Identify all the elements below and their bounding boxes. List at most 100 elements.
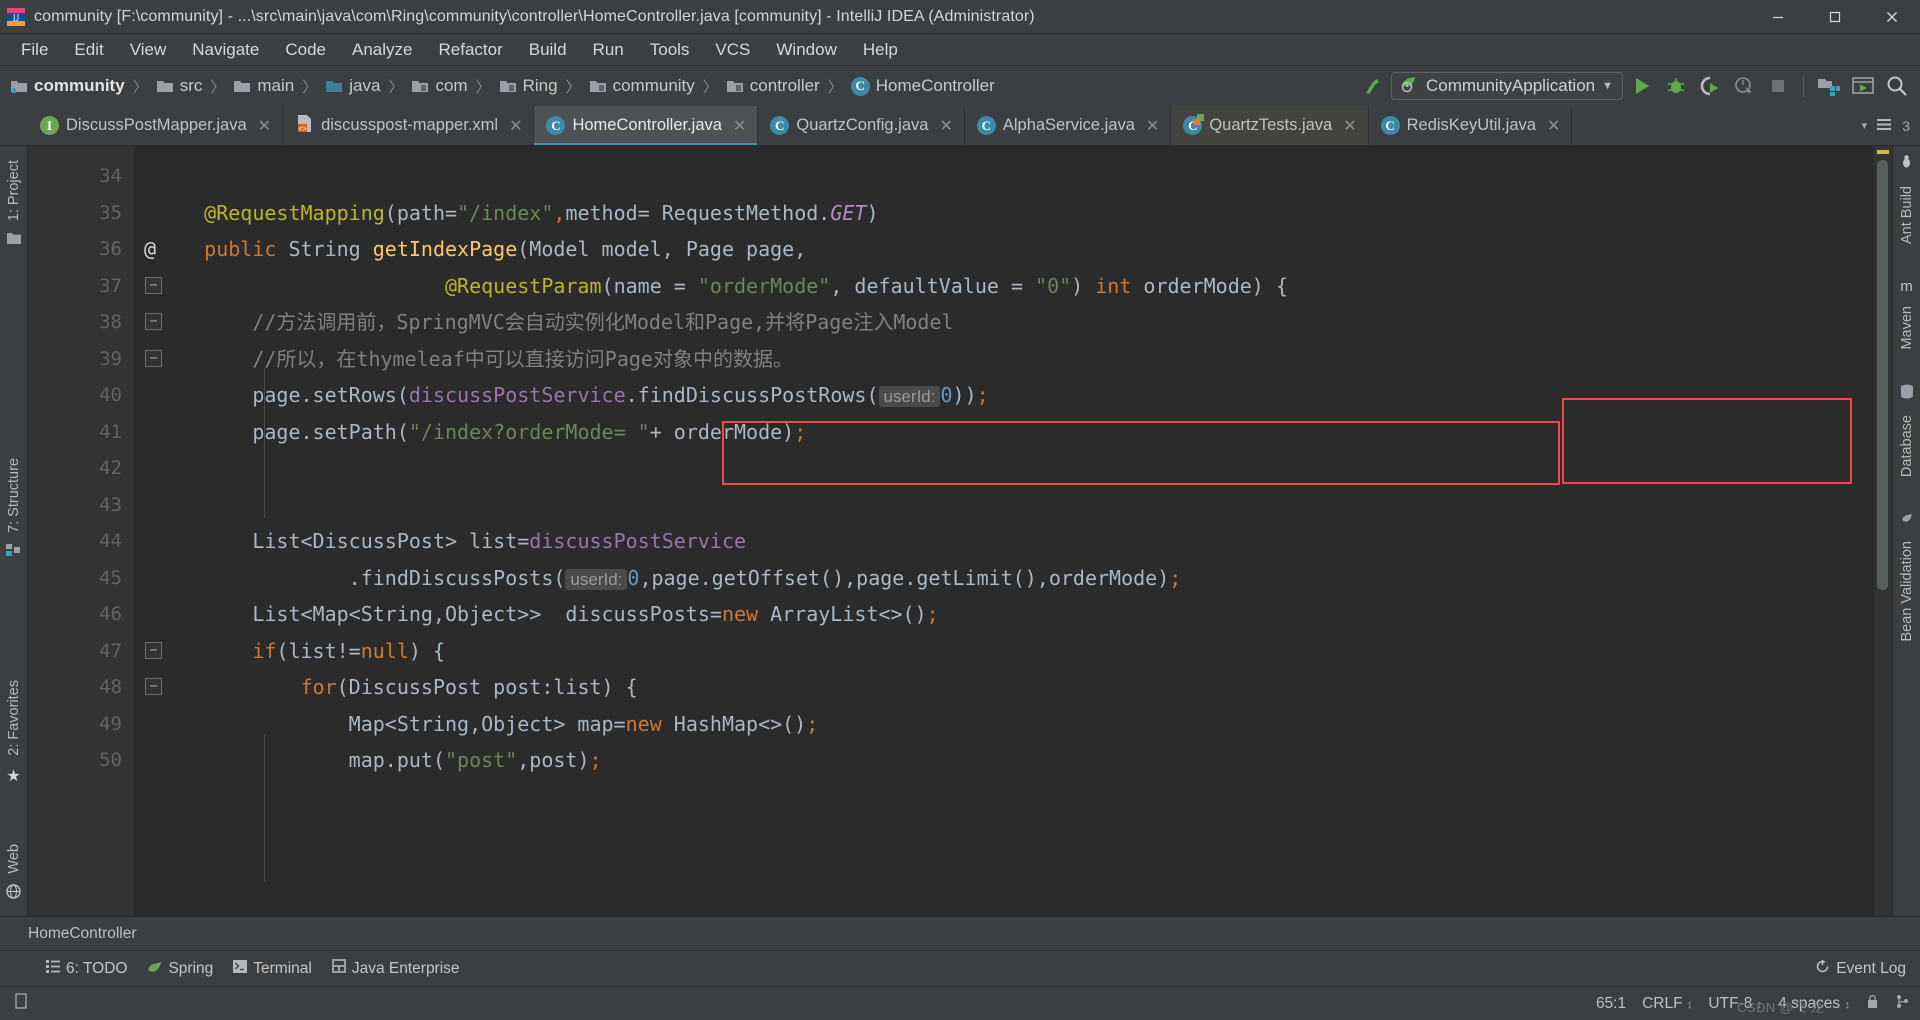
menu-edit[interactable]: Edit — [61, 37, 116, 63]
warning-marker[interactable] — [1877, 150, 1889, 154]
project-structure-button[interactable] — [1814, 71, 1844, 101]
sidebar-item-project[interactable]: 1: Project — [6, 160, 22, 221]
tab-close-icon[interactable]: ✕ — [1146, 116, 1159, 136]
run-with-coverage-button[interactable] — [1695, 71, 1725, 101]
breadcrumb-item-community[interactable]: community — [10, 76, 125, 96]
indent-setting[interactable]: 4 spaces ↕ — [1778, 995, 1850, 1013]
code-line[interactable]: @RequestMapping(path="/index",method= Re… — [134, 195, 1874, 232]
sidebar-item-web[interactable]: Web — [6, 844, 22, 874]
breadcrumb-item-src[interactable]: src — [156, 76, 202, 96]
menu-navigate[interactable]: Navigate — [179, 37, 272, 63]
menu-build[interactable]: Build — [516, 37, 580, 63]
tool-window-java-enterprise[interactable]: Java Enterprise — [331, 959, 460, 978]
menu-tools[interactable]: Tools — [637, 37, 703, 63]
update-application-button[interactable] — [1848, 71, 1878, 101]
breadcrumb-current-class[interactable]: HomeController — [28, 925, 137, 943]
tab-list-icon[interactable] — [1877, 118, 1892, 134]
tool-window-spring[interactable]: Spring — [147, 959, 213, 978]
code-line[interactable]: //方法调用前，SpringMVC会自动实例化Model和Page,并将Page… — [134, 304, 1874, 341]
sidebar-item-bean-validation[interactable]: Bean Validation — [1899, 541, 1915, 642]
menu-file[interactable]: File — [8, 37, 61, 63]
tab-close-icon[interactable]: ✕ — [1343, 116, 1356, 136]
tab-AlphaService[interactable]: C AlphaService.java ✕ — [965, 106, 1172, 145]
tool-window-todo[interactable]: 6: TODO — [46, 959, 127, 978]
profiler-button[interactable] — [1729, 71, 1759, 101]
tab-close-icon[interactable]: ✕ — [1547, 116, 1560, 136]
package-icon — [411, 78, 429, 94]
code-line[interactable]: //所以，在thymeleaf中可以直接访问Page对象中的数据。 — [134, 341, 1874, 378]
minimize-button[interactable] — [1749, 0, 1806, 34]
run-button[interactable] — [1627, 71, 1657, 101]
breadcrumb-label: controller — [749, 76, 820, 95]
breadcrumb-item-controller[interactable]: controller — [726, 76, 820, 96]
chevron-down-icon[interactable]: ▾ — [1862, 119, 1868, 132]
line-number: 48− — [28, 669, 162, 706]
make-project-button[interactable] — [1357, 71, 1387, 101]
menu-window[interactable]: Window — [763, 37, 849, 63]
search-everywhere-button[interactable] — [1882, 71, 1912, 101]
tab-HomeController[interactable]: C HomeController.java ✕ — [534, 106, 759, 145]
run-configuration-selector[interactable]: CommunityApplication ▼ — [1390, 72, 1623, 100]
code-line[interactable] — [134, 487, 1874, 524]
tab-RedisKeyUtil[interactable]: C RedisKeyUtil.java ✕ — [1369, 106, 1573, 145]
code-editor[interactable]: 34 35 36 @37−38−39− 40 41 42 43 44 45 46 47−48− 49 50… — [28, 146, 1892, 916]
tab-overflow-count: 3 — [1902, 117, 1910, 134]
menu-run[interactable]: Run — [580, 37, 637, 63]
editor-scrollbar-thumb[interactable] — [1877, 160, 1888, 590]
code-content[interactable]: @RequestMapping(path="/index",method= Re… — [134, 146, 1874, 916]
breadcrumb-item-java[interactable]: java — [325, 76, 380, 96]
code-line[interactable]: public String getIndexPage(Model model, … — [134, 231, 1874, 268]
debug-button[interactable] — [1661, 71, 1691, 101]
maximize-button[interactable] — [1806, 0, 1863, 34]
menu-code[interactable]: Code — [272, 37, 339, 63]
file-encoding[interactable]: UTF-8 ↕ — [1708, 995, 1762, 1013]
sidebar-item-favorites[interactable]: 2: Favorites — [6, 680, 22, 756]
breadcrumb-item-main[interactable]: main — [233, 76, 294, 96]
tab-DiscussPostMapper[interactable]: I DiscussPostMapper.java ✕ — [28, 106, 284, 145]
editor-gutter[interactable]: 34 35 36 @37−38−39− 40 41 42 43 44 45 46 47−48− 49 50 — [28, 146, 162, 916]
code-line[interactable]: for(DiscussPost post:list) { — [134, 669, 1874, 706]
code-line[interactable] — [134, 158, 1874, 195]
line-separator[interactable]: CRLF ↕ — [1642, 995, 1692, 1013]
lock-icon[interactable] — [1866, 994, 1879, 1014]
sidebar-item-database[interactable]: Database — [1899, 415, 1915, 477]
editor-marker-column[interactable] — [1874, 146, 1892, 916]
menu-vcs[interactable]: VCS — [702, 37, 763, 63]
tab-QuartzTests[interactable]: C QuartzTests.java ✕ — [1171, 106, 1369, 145]
code-line[interactable]: page.setRows(discussPostService.findDisc… — [134, 377, 1874, 414]
caret-position[interactable]: 65:1 — [1596, 995, 1626, 1013]
breadcrumb-item-community-pkg[interactable]: community — [589, 76, 695, 96]
menu-help[interactable]: Help — [850, 37, 911, 63]
menu-analyze[interactable]: Analyze — [339, 37, 425, 63]
tab-QuartzConfig[interactable]: C QuartzConfig.java ✕ — [758, 106, 965, 145]
code-token: RequestMethod. — [661, 200, 831, 225]
code-line[interactable]: List<DiscussPost> list=discussPostServic… — [134, 523, 1874, 560]
code-line[interactable]: if(list!=null) { — [134, 633, 1874, 670]
breadcrumb-item-homecontroller[interactable]: C HomeController — [850, 76, 995, 96]
code-line[interactable] — [134, 450, 1874, 487]
close-button[interactable] — [1863, 0, 1920, 34]
code-line[interactable]: page.setPath("/index?orderMode= "+ order… — [134, 414, 1874, 451]
menu-view[interactable]: View — [117, 37, 180, 63]
git-branch-icon[interactable] — [1895, 994, 1910, 1014]
breadcrumb-item-com[interactable]: com — [411, 76, 468, 96]
tab-close-icon[interactable]: ✕ — [733, 116, 746, 136]
tool-window-event-log[interactable]: Event Log — [1815, 959, 1906, 979]
code-line[interactable]: .findDiscussPosts(userId: 0,page.getOffse… — [134, 560, 1874, 597]
code-line[interactable]: List<Map<String,Object>> discussPosts=ne… — [134, 596, 1874, 633]
sidebar-item-maven[interactable]: Maven — [1899, 306, 1915, 350]
tab-close-icon[interactable]: ✕ — [258, 116, 271, 136]
memory-indicator-icon[interactable] — [14, 993, 28, 1014]
code-line[interactable]: map.put("post",post); — [134, 742, 1874, 779]
sidebar-item-ant-build[interactable]: Ant Build — [1899, 186, 1915, 244]
breadcrumb-item-ring[interactable]: Ring — [499, 76, 558, 96]
tab-close-icon[interactable]: ✕ — [939, 116, 952, 136]
tab-discusspost-mapper-xml[interactable]: <> discusspost-mapper.xml ✕ — [283, 106, 535, 145]
tab-close-icon[interactable]: ✕ — [509, 116, 522, 136]
code-line[interactable]: @RequestParam(name = "orderMode", defaul… — [134, 268, 1874, 305]
menu-refactor[interactable]: Refactor — [425, 37, 515, 63]
tool-window-terminal[interactable]: Terminal — [233, 959, 312, 978]
code-line[interactable]: Map<String,Object> map=new HashMap<>(); — [134, 706, 1874, 743]
sidebar-item-structure[interactable]: 7: Structure — [6, 458, 22, 533]
stop-button[interactable] — [1763, 71, 1793, 101]
